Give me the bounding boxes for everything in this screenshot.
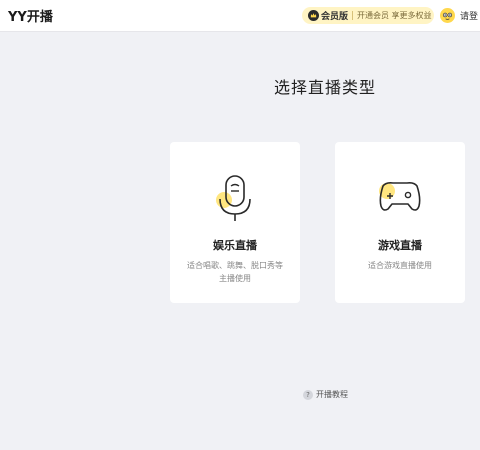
tutorial-link[interactable]: ? 开播教程 bbox=[303, 389, 348, 400]
vip-label: 会员版 bbox=[321, 12, 349, 22]
login-link[interactable]: 请登 bbox=[460, 9, 478, 22]
vip-banner[interactable]: 会员版 开通会员 享更多权益 bbox=[302, 7, 434, 24]
entertainment-live-card[interactable]: 娱乐直播 适合唱歌、跳舞、脱口秀等主播使用 bbox=[170, 142, 300, 303]
page-title: 选择直播类型 bbox=[273, 78, 376, 97]
help-icon: ? bbox=[303, 389, 313, 400]
top-bar: YY开播 会员版 开通会员 享更多权益 请登 bbox=[0, 0, 480, 32]
entertainment-live-desc: 适合唱歌、跳舞、脱口秀等主播使用 bbox=[187, 261, 283, 283]
crown-icon bbox=[308, 10, 319, 21]
avatar-icon[interactable] bbox=[440, 8, 455, 23]
game-live-desc: 适合游戏直播使用 bbox=[368, 261, 432, 270]
vip-description: 开通会员 享更多权益 bbox=[357, 11, 432, 20]
microphone-icon bbox=[216, 175, 251, 221]
gamepad-icon bbox=[379, 182, 421, 211]
vip-divider bbox=[352, 11, 354, 20]
entertainment-live-title: 娱乐直播 bbox=[213, 239, 257, 252]
game-live-title: 游戏直播 bbox=[378, 239, 422, 252]
tutorial-label: 开播教程 bbox=[316, 390, 348, 399]
game-live-card[interactable]: 游戏直播 适合游戏直播使用 bbox=[335, 142, 465, 303]
app-title: YY开播 bbox=[8, 10, 53, 25]
